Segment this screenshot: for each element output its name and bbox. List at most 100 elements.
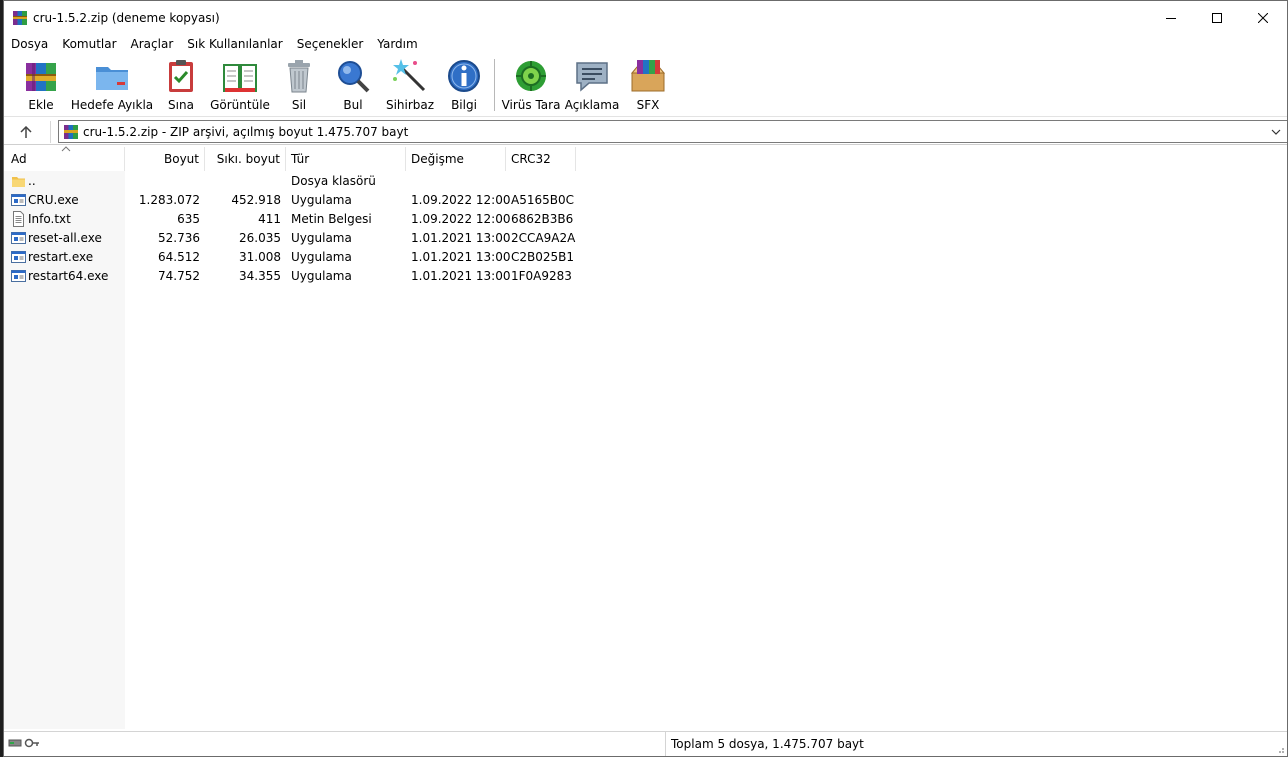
- file-modified: 1.01.2021 13:00: [411, 231, 511, 245]
- file-packed-size: 34.355: [239, 269, 281, 283]
- key-icon: [24, 738, 39, 748]
- archive-icon: [64, 125, 78, 139]
- column-headers: Ad Boyut Sıkı. boyut Tür Değişme CRC32: [4, 146, 1287, 171]
- toolbar-separator: [494, 59, 495, 111]
- file-name: restart64.exe: [28, 269, 109, 283]
- extract-to-button[interactable]: Hedefe Ayıkla: [71, 57, 153, 115]
- file-row[interactable]: CRU.exe 1.283.072 452.918 Uygulama 1.09.2022…: [4, 191, 604, 210]
- file-crc32: A5165B0C: [511, 193, 574, 207]
- sort-ascending-icon: [61, 146, 71, 152]
- menu-sik-kullanilanlar[interactable]: Sık Kullanılanlar: [180, 35, 289, 53]
- drive-icon: [8, 739, 22, 747]
- menu-dosya[interactable]: Dosya: [4, 35, 55, 53]
- file-size: 1.283.072: [138, 193, 200, 207]
- virus-icon: [516, 61, 546, 91]
- maximize-icon: [1212, 13, 1222, 23]
- file-name: restart.exe: [28, 250, 94, 264]
- view-button[interactable]: Görüntüle: [210, 57, 270, 115]
- exe-icon: [11, 270, 26, 282]
- status-icons: [8, 736, 40, 750]
- archive-path-text: cru-1.5.2.zip - ZIP arşivi, açılmış boyu…: [83, 125, 409, 139]
- file-list: Ad Boyut Sıkı. boyut Tür Değişme CRC32 .…: [4, 146, 1287, 729]
- archive-path-combobox[interactable]: cru-1.5.2.zip - ZIP arşivi, açılmış boyu…: [58, 120, 1287, 143]
- comment-button[interactable]: Açıklama: [565, 57, 619, 115]
- file-type: Uygulama: [291, 269, 352, 283]
- file-size: 74.752: [158, 269, 200, 283]
- find-button[interactable]: Bul: [334, 57, 372, 115]
- column-header-modified[interactable]: Değişme: [406, 147, 506, 171]
- maximize-button[interactable]: [1194, 1, 1240, 35]
- column-header-size[interactable]: Boyut: [125, 147, 205, 171]
- file-size: 635: [177, 212, 200, 226]
- exe-icon: [11, 194, 26, 206]
- column-header-crc32[interactable]: CRC32: [506, 147, 576, 171]
- close-icon: [1258, 13, 1268, 23]
- file-modified: 1.01.2021 13:00: [411, 269, 511, 283]
- add-button[interactable]: Ekle: [23, 57, 59, 115]
- file-name: Info.txt: [28, 212, 71, 226]
- up-folder-button[interactable]: [17, 123, 35, 141]
- comment-icon: [576, 62, 608, 92]
- file-row[interactable]: restart.exe 64.512 31.008 Uygulama 1.01.2021…: [4, 248, 604, 267]
- menu-komutlar[interactable]: Komutlar: [55, 35, 123, 53]
- file-packed-size: 26.035: [239, 231, 281, 245]
- minimize-button[interactable]: [1148, 1, 1194, 35]
- clipboard-check-icon: [169, 60, 193, 92]
- menu-bar: Dosya Komutlar Araçlar Sık Kullanılanlar…: [4, 35, 1287, 53]
- file-type: Uygulama: [291, 250, 352, 264]
- wizard-button[interactable]: Sihirbaz: [386, 57, 434, 115]
- file-name: reset-all.exe: [28, 231, 102, 245]
- exe-icon: [11, 232, 26, 244]
- close-button[interactable]: [1240, 1, 1286, 35]
- file-crc32: 6862B3B6: [511, 212, 574, 226]
- file-packed-size: 452.918: [231, 193, 281, 207]
- file-modified: 1.09.2022 12:00: [411, 212, 511, 226]
- folder-extract-icon: [96, 67, 128, 90]
- file-row[interactable]: reset-all.exe 52.736 26.035 Uygulama 1.01.20…: [4, 229, 604, 248]
- status-separator: [665, 732, 666, 756]
- address-dropdown-button[interactable]: [1268, 123, 1284, 140]
- virus-scan-button[interactable]: Virüs Tara: [502, 57, 560, 115]
- file-type: Uygulama: [291, 231, 352, 245]
- file-row[interactable]: .. Dosya klasörü: [4, 172, 604, 191]
- file-modified: 1.01.2021 13:00: [411, 250, 511, 264]
- file-type: Dosya klasörü: [291, 174, 376, 188]
- file-size: 64.512: [158, 250, 200, 264]
- text-file-icon: [13, 211, 24, 227]
- file-packed-size: [205, 172, 281, 191]
- magnifier-icon: [338, 61, 370, 93]
- file-crc32: 1F0A9283: [511, 269, 572, 283]
- menu-araclar[interactable]: Araçlar: [124, 35, 181, 53]
- menu-secenekler[interactable]: Seçenekler: [290, 35, 371, 53]
- delete-button[interactable]: Sil: [283, 57, 315, 115]
- add-archive-icon: [26, 63, 56, 91]
- file-row[interactable]: restart64.exe 74.752 34.355 Uygulama 1.01.20…: [4, 267, 604, 286]
- menu-yardim[interactable]: Yardım: [370, 35, 424, 53]
- column-header-type[interactable]: Tür: [286, 147, 406, 171]
- file-name: ..: [28, 174, 36, 188]
- folder-icon: [12, 177, 25, 187]
- info-icon: [448, 60, 480, 92]
- file-packed-size: 31.008: [239, 250, 281, 264]
- status-bar: Toplam 5 dosya, 1.475.707 bayt: [4, 731, 1287, 756]
- file-packed-size: 411: [258, 212, 281, 226]
- trash-icon: [288, 60, 310, 93]
- exe-icon: [11, 251, 26, 263]
- column-header-name[interactable]: Ad: [4, 146, 125, 171]
- winrar-app-icon: [13, 11, 27, 25]
- info-button[interactable]: Bilgi: [448, 57, 480, 115]
- column-header-packed-size[interactable]: Sıkı. boyut: [205, 147, 286, 171]
- winrar-window: cru-1.5.2.zip (deneme kopyası) Dosya Kom…: [3, 0, 1288, 757]
- file-row[interactable]: Info.txt 635 411 Metin Belgesi 1.09.2022 12:…: [4, 210, 604, 229]
- file-name: CRU.exe: [28, 193, 79, 207]
- address-bar: cru-1.5.2.zip - ZIP arşivi, açılmış boyu…: [4, 119, 1287, 145]
- test-button[interactable]: Sına: [166, 57, 196, 115]
- file-type: Uygulama: [291, 193, 352, 207]
- file-size: [125, 172, 200, 191]
- sfx-button[interactable]: SFX: [628, 57, 668, 115]
- book-icon: [223, 64, 257, 92]
- resize-grip-icon[interactable]: [1275, 744, 1285, 754]
- file-modified: 1.09.2022 12:00: [411, 193, 511, 207]
- title-bar: cru-1.5.2.zip (deneme kopyası): [4, 1, 1287, 35]
- arrow-up-icon: [20, 125, 32, 138]
